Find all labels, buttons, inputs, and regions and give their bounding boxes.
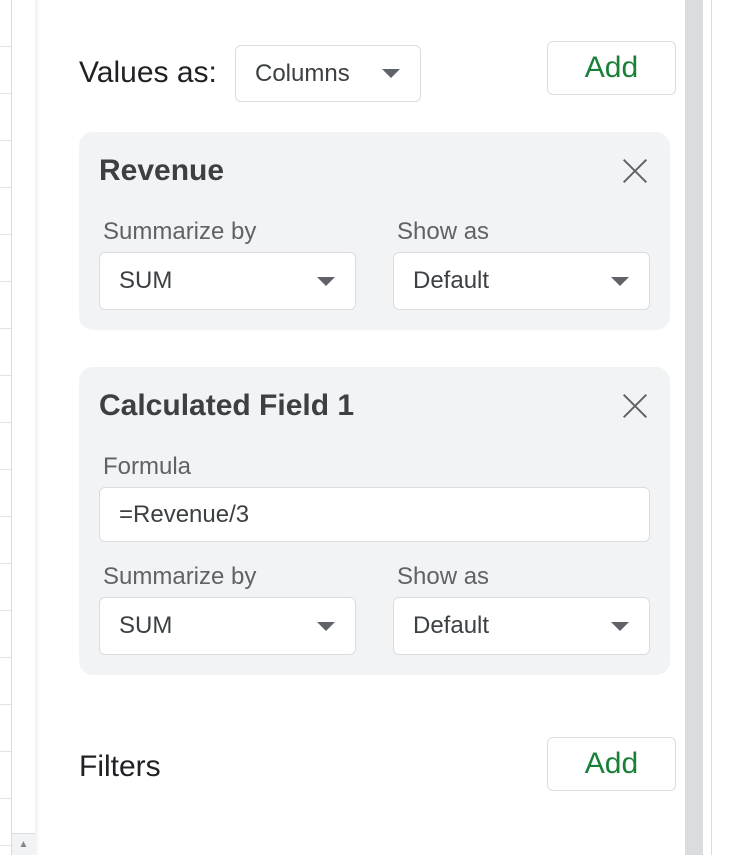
- right-edge: [703, 0, 737, 855]
- show-as-select[interactable]: Default: [393, 597, 650, 655]
- card-title: Revenue: [99, 154, 225, 187]
- values-as-select[interactable]: Columns: [235, 45, 421, 102]
- card-title: Calculated Field 1: [99, 389, 355, 422]
- caret-down-icon: [317, 276, 335, 286]
- show-as-value: Default: [413, 612, 490, 639]
- show-as-label: Show as: [397, 563, 490, 590]
- summarize-by-select[interactable]: SUM: [99, 597, 356, 655]
- close-icon[interactable]: [622, 393, 648, 419]
- filters-label: Filters: [79, 750, 161, 783]
- scroll-up-arrow-icon[interactable]: ▲: [12, 833, 36, 855]
- summarize-by-select[interactable]: SUM: [99, 252, 356, 310]
- values-as-select-value: Columns: [255, 59, 350, 87]
- summarize-by-label: Summarize by: [103, 218, 257, 245]
- values-add-button[interactable]: Add: [547, 41, 676, 95]
- summarize-by-value: SUM: [119, 267, 173, 294]
- show-as-value: Default: [413, 267, 490, 294]
- summarize-by-label: Summarize by: [103, 563, 257, 590]
- panel-scrollbar[interactable]: [685, 0, 703, 855]
- close-icon[interactable]: [622, 158, 648, 184]
- filters-add-button[interactable]: Add: [547, 737, 676, 791]
- value-card-calculated-field: Calculated Field 1 Formula =Revenue/3 Su…: [79, 367, 670, 675]
- spreadsheet-grid-edge: ▲: [0, 0, 36, 855]
- formula-input[interactable]: =Revenue/3: [99, 487, 650, 542]
- caret-down-icon: [317, 621, 335, 631]
- values-as-row: Values as: Columns Add: [79, 41, 676, 102]
- caret-down-icon: [382, 69, 400, 78]
- show-as-select[interactable]: Default: [393, 252, 650, 310]
- values-as-label: Values as:: [79, 56, 217, 89]
- caret-down-icon: [611, 276, 629, 286]
- caret-down-icon: [611, 621, 629, 631]
- show-as-label: Show as: [397, 218, 490, 245]
- summarize-by-value: SUM: [119, 612, 173, 639]
- value-card-revenue: Revenue Summarize by Show as SUM Default: [79, 132, 670, 330]
- formula-label: Formula: [103, 453, 192, 480]
